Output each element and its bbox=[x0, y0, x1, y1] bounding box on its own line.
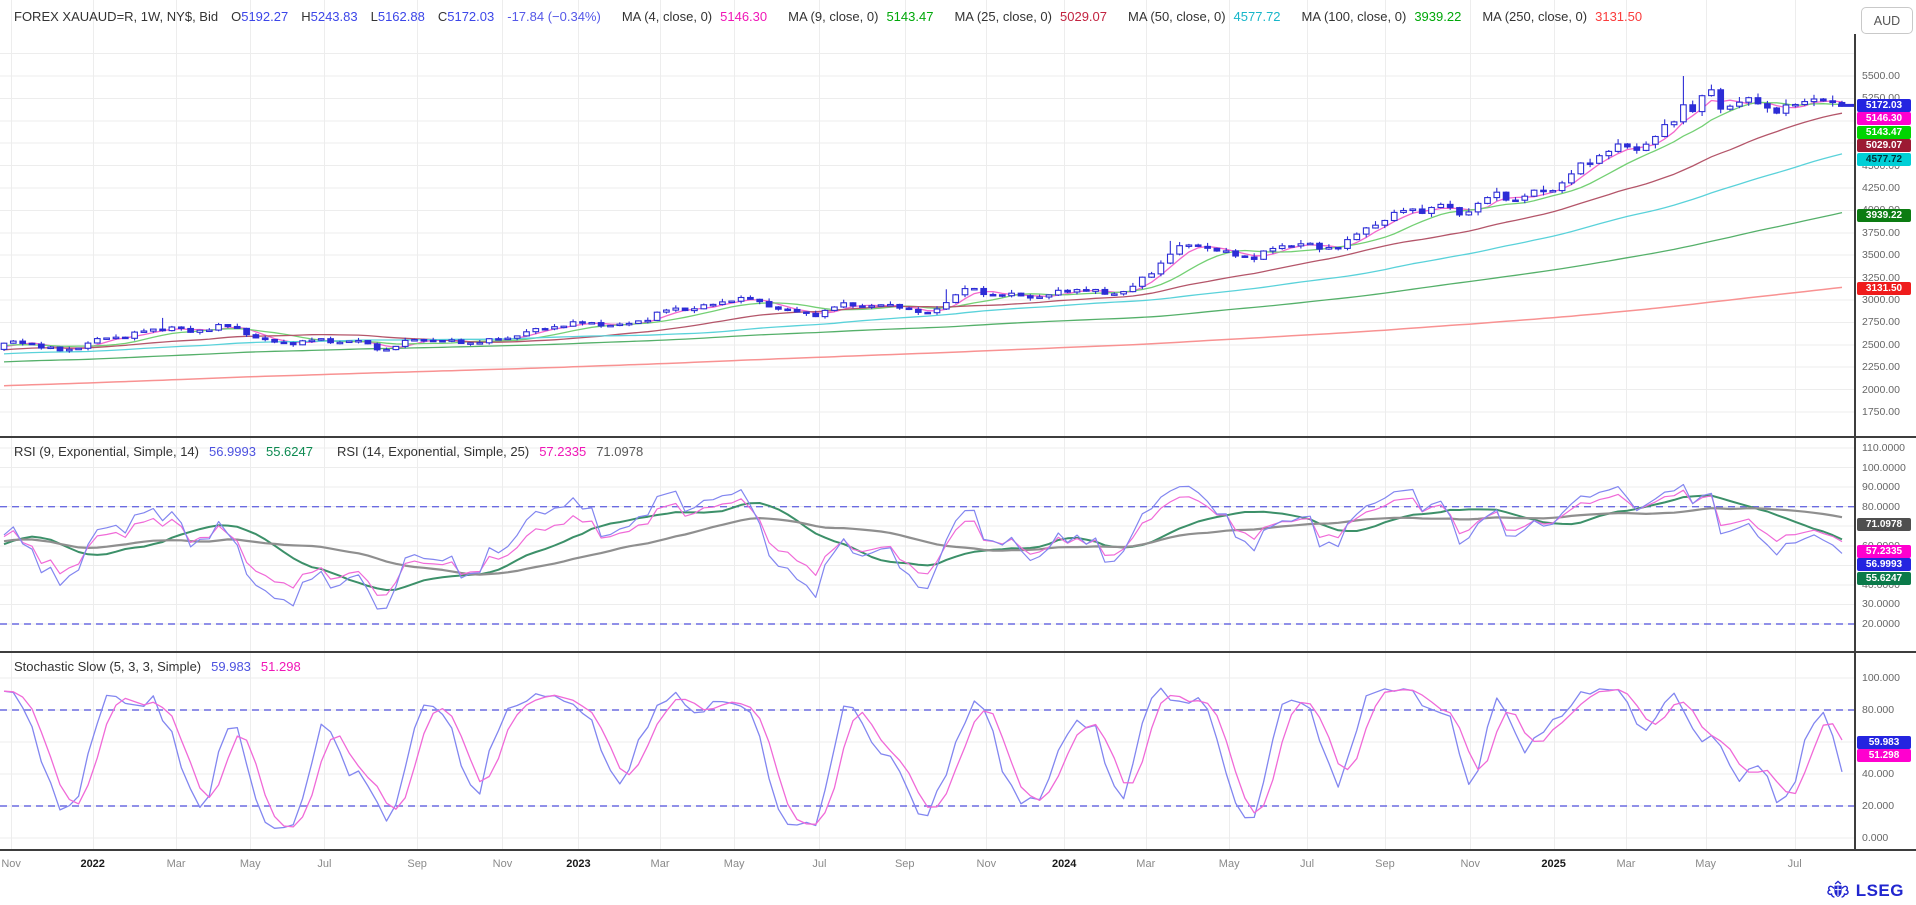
value-axis-label: 0.000 bbox=[1862, 832, 1888, 844]
price-axis-line bbox=[1854, 34, 1856, 849]
rsi9-ma-value: 55.6247 bbox=[266, 444, 313, 459]
axis-value-badge: 56.9993 bbox=[1857, 558, 1911, 571]
value-axis-label: 90.0000 bbox=[1862, 481, 1900, 493]
value-axis-label: 100.000 bbox=[1862, 672, 1900, 684]
axis-value-badge: 51.298 bbox=[1857, 749, 1911, 762]
time-axis-label: 2023 bbox=[566, 858, 590, 870]
value-axis-label: 100.0000 bbox=[1862, 462, 1906, 474]
value-axis-label: 20.000 bbox=[1862, 800, 1894, 812]
panel-separator[interactable] bbox=[0, 651, 1916, 653]
axis-value-badge: 5146.30 bbox=[1857, 112, 1911, 125]
axis-value-badge: 57.2335 bbox=[1857, 545, 1911, 558]
time-axis-label: May bbox=[240, 858, 261, 870]
ma-legend-50[interactable]: MA (50, close, 0)4577.72 bbox=[1128, 9, 1281, 24]
time-axis[interactable]: Nov 2022 Mar May Jul Sep Nov 2023 Mar May Jul Sep No… bbox=[0, 851, 1854, 879]
value-axis-label: 20.0000 bbox=[1862, 618, 1900, 630]
ma-legend-250[interactable]: MA (250, close, 0)3131.50 bbox=[1482, 9, 1642, 24]
rsi14-ma-value: 71.0978 bbox=[596, 444, 643, 459]
axis-value-badge: 5172.03 bbox=[1857, 99, 1911, 112]
time-axis-label: Mar bbox=[1136, 858, 1155, 870]
value-axis-label: 3750.00 bbox=[1862, 227, 1900, 239]
value-axis-label: 110.0000 bbox=[1862, 442, 1905, 454]
value-axis-label: 2500.00 bbox=[1862, 339, 1900, 351]
lseg-logo: LSEG bbox=[1825, 880, 1904, 902]
lseg-chart-app: 5500.005250.005000.004750.004500.004250.… bbox=[0, 0, 1916, 905]
time-axis-label: Mar bbox=[651, 858, 670, 870]
value-axis-label: 3000.00 bbox=[1862, 294, 1900, 306]
axis-value-badge: 5029.07 bbox=[1857, 139, 1911, 152]
value-axis-label: 2000.00 bbox=[1862, 384, 1900, 396]
time-axis-label: 2025 bbox=[1541, 858, 1565, 870]
time-axis-label: Jul bbox=[317, 858, 331, 870]
value-axis-label: 1750.00 bbox=[1862, 406, 1900, 418]
value-axis-label: 4250.00 bbox=[1862, 182, 1900, 194]
time-axis-label: Sep bbox=[407, 858, 427, 870]
open-value: O5192.27 bbox=[231, 9, 288, 24]
value-axis-label: 2250.00 bbox=[1862, 361, 1900, 373]
value-axis-label: 5500.00 bbox=[1862, 70, 1900, 82]
axis-value-badge: 59.983 bbox=[1857, 736, 1911, 749]
ma-legend-4[interactable]: MA (4, close, 0)5146.30 bbox=[622, 9, 767, 24]
ma-legend-25[interactable]: MA (25, close, 0)5029.07 bbox=[954, 9, 1107, 24]
change-value: -17.84 (−0.34%) bbox=[507, 9, 601, 24]
rsi14-title[interactable]: RSI (14, Exponential, Simple, 25) bbox=[337, 444, 529, 459]
stochastic-panel[interactable] bbox=[0, 652, 1854, 849]
panel-separator[interactable] bbox=[0, 436, 1916, 438]
time-axis-label: Nov bbox=[977, 858, 997, 870]
chart-legend: FOREX XAUAUD=R, 1W, NY$, Bid O5192.27 H5… bbox=[14, 9, 1642, 24]
time-axis-label: Nov bbox=[1, 858, 21, 870]
ma-legend-100[interactable]: MA (100, close, 0)3939.22 bbox=[1302, 9, 1462, 24]
time-axis-label: Jul bbox=[1788, 858, 1802, 870]
time-axis-label: Jul bbox=[1300, 858, 1314, 870]
axis-value-badge: 71.0978 bbox=[1857, 518, 1911, 531]
time-axis-label: Nov bbox=[493, 858, 513, 870]
time-axis-label: Nov bbox=[1460, 858, 1480, 870]
value-axis-label: 30.0000 bbox=[1862, 598, 1900, 610]
axis-value-badge: 3131.50 bbox=[1857, 282, 1911, 295]
rsi14-value: 57.2335 bbox=[539, 444, 586, 459]
value-axis-label: 80.0000 bbox=[1862, 501, 1900, 513]
rsi9-value: 56.9993 bbox=[209, 444, 256, 459]
rsi-legend: RSI (9, Exponential, Simple, 14) 56.9993… bbox=[14, 444, 643, 459]
currency-unit-button[interactable]: AUD bbox=[1861, 7, 1913, 34]
instrument-title[interactable]: FOREX XAUAUD=R, 1W, NY$, Bid bbox=[14, 9, 218, 24]
rsi-panel[interactable] bbox=[0, 437, 1854, 652]
rsi9-title[interactable]: RSI (9, Exponential, Simple, 14) bbox=[14, 444, 199, 459]
value-axis-label: 40.000 bbox=[1862, 768, 1894, 780]
time-axis-label: 2022 bbox=[80, 858, 104, 870]
stochastic-legend: Stochastic Slow (5, 3, 3, Simple) 59.983… bbox=[14, 659, 301, 674]
axis-value-badge: 3939.22 bbox=[1857, 209, 1911, 222]
axis-value-badge: 55.6247 bbox=[1857, 572, 1911, 585]
close-value: C5172.03 bbox=[438, 9, 494, 24]
time-axis-label: Mar bbox=[167, 858, 186, 870]
ma-legend-9[interactable]: MA (9, close, 0)5143.47 bbox=[788, 9, 933, 24]
lseg-crest-icon bbox=[1825, 880, 1851, 902]
price-chart-panel[interactable] bbox=[0, 34, 1854, 437]
time-axis-label: May bbox=[1695, 858, 1716, 870]
time-axis-label: May bbox=[724, 858, 745, 870]
time-axis-label: Sep bbox=[895, 858, 915, 870]
stochastic-title[interactable]: Stochastic Slow (5, 3, 3, Simple) bbox=[14, 659, 201, 674]
lseg-wordmark: LSEG bbox=[1856, 881, 1904, 901]
low-value: L5162.88 bbox=[371, 9, 425, 24]
value-axis-label: 80.000 bbox=[1862, 704, 1894, 716]
time-axis-label: 2024 bbox=[1052, 858, 1076, 870]
axis-value-badge: 5143.47 bbox=[1857, 126, 1911, 139]
stoch-k-value: 59.983 bbox=[211, 659, 251, 674]
high-value: H5243.83 bbox=[301, 9, 357, 24]
time-axis-label: May bbox=[1219, 858, 1240, 870]
time-axis-label: Sep bbox=[1375, 858, 1395, 870]
time-axis-label: Jul bbox=[812, 858, 826, 870]
stoch-d-value: 51.298 bbox=[261, 659, 301, 674]
time-axis-label: Mar bbox=[1616, 858, 1635, 870]
axis-value-badge: 4577.72 bbox=[1857, 153, 1911, 166]
value-axis-label: 3500.00 bbox=[1862, 249, 1900, 261]
value-axis-label: 2750.00 bbox=[1862, 316, 1900, 328]
